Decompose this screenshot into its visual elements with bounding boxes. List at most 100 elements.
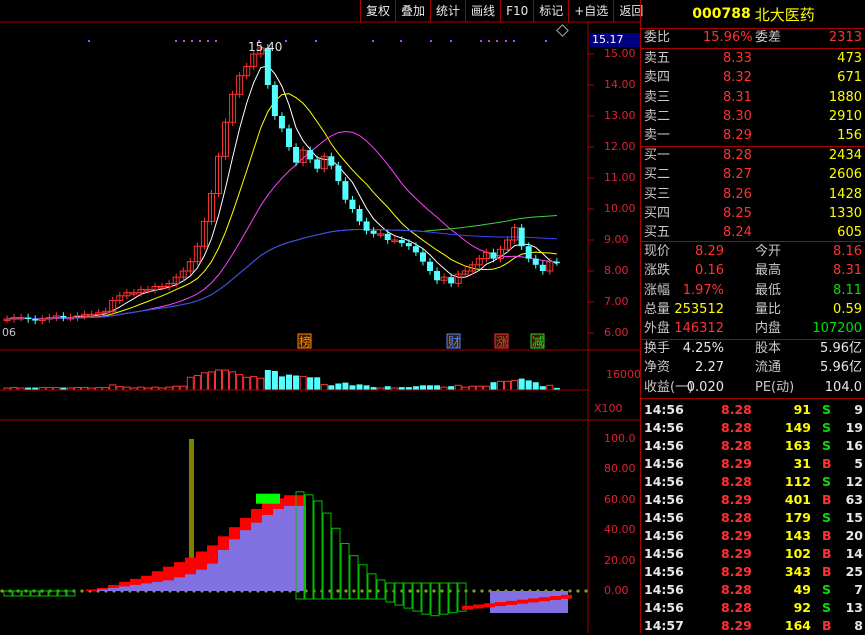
signal-dot [496, 40, 498, 42]
signal-dot [207, 40, 209, 42]
tick-volume: 102 [784, 546, 811, 561]
toolbar-draw-button[interactable]: 画线 [465, 0, 500, 22]
ask-volume: 2910 [828, 108, 862, 124]
tick-volume: 401 [784, 492, 811, 507]
stat-row: 总量 253512 量比 0.59 [641, 301, 865, 319]
stat-label: 股本 [755, 341, 782, 356]
tick-direction: B [822, 528, 832, 543]
candle [532, 258, 539, 265]
toolbar-overlay-button[interactable]: 叠加 [395, 0, 430, 22]
tick-price: 8.29 [721, 564, 752, 579]
volume-bar [193, 375, 201, 391]
tick-count: 12 [845, 474, 863, 489]
indicator-red-step [473, 604, 484, 609]
price-axis-label: 10.00 [604, 202, 636, 215]
candle [370, 230, 377, 234]
indicator-green-cap [256, 493, 280, 504]
tick-row: 14:56 8.28 49 S 7 [641, 581, 865, 599]
candle [427, 261, 433, 271]
candle [419, 252, 426, 262]
zero-dot [80, 589, 84, 593]
ask-row: 卖一 8.29 156 [641, 127, 865, 145]
indicator-red-step [484, 603, 495, 608]
tick-direction: B [822, 492, 832, 507]
candle [32, 319, 39, 321]
indicator-blue-step [119, 586, 130, 591]
stat-value: 1.97% [682, 282, 724, 298]
volume-bar [490, 382, 497, 390]
tick-row: 14:56 8.28 112 S 12 [641, 473, 865, 491]
ask-label: 卖五 [644, 51, 671, 66]
tick-count: 5 [854, 456, 863, 471]
ask-volume: 671 [837, 70, 862, 86]
zero-dot [576, 589, 580, 593]
toolbar-f10-button[interactable]: F10 [500, 0, 533, 22]
tick-count: 8 [854, 618, 863, 633]
price-axis-label: 12.00 [604, 140, 636, 153]
volume-bar [215, 369, 222, 391]
volume-bar [356, 384, 363, 390]
current-price-tag: 15.17 [590, 33, 640, 47]
stat-value: 253512 [674, 301, 724, 317]
volume-bar [475, 385, 483, 391]
chart-canvas[interactable]: 榜财涨减 [0, 0, 640, 633]
indicator-outline-step [403, 582, 413, 609]
stat-label: 换手 [644, 341, 671, 356]
stock-header: 000788 北大医药 [641, 0, 865, 29]
volume-bar [179, 385, 187, 391]
volume-bar [186, 376, 194, 391]
stat-value: 0.16 [695, 263, 724, 279]
tick-direction: B [822, 564, 832, 579]
toolbar-mark-button[interactable]: 标记 [533, 0, 568, 22]
tick-time: 14:56 [644, 546, 684, 561]
kline-chart-area[interactable]: 榜财涨减 复权 叠加 统计 画线 F10 标记 +自选 返回 15.17 15.… [0, 0, 643, 633]
candle [342, 181, 349, 200]
bid-label: 买二 [644, 167, 671, 183]
volume-bar [299, 375, 307, 391]
candle [25, 317, 32, 320]
ask-row: 卖四 8.32 671 [641, 69, 865, 87]
candle [286, 128, 292, 147]
volume-bar [200, 372, 208, 391]
tick-row: 14:57 8.29 164 B 8 [641, 617, 865, 635]
indicator-blue-step [152, 581, 163, 591]
indicator-outline-step [430, 582, 440, 617]
ma20-line [6, 130, 557, 320]
tick-volume: 112 [784, 474, 811, 489]
volume-bar [482, 385, 490, 391]
zero-dot [0, 589, 4, 593]
stat-row: 收益(一) 0.020 PE(动) 104.0 [641, 379, 865, 397]
stat-value: 8.11 [833, 282, 862, 298]
indicator-red-step [462, 605, 473, 610]
volume-bar [363, 385, 370, 390]
peak-price-label: 15.40 [248, 40, 283, 54]
indicator-outline-step [448, 582, 458, 614]
event-marker-label: 财 [448, 335, 460, 349]
bid-label: 买四 [644, 205, 671, 221]
zero-dot [480, 589, 484, 593]
toolbar-watchlist-button[interactable]: +自选 [568, 0, 613, 22]
volume-bar [342, 382, 349, 390]
indicator-blue-step [218, 549, 229, 591]
tick-price: 8.29 [721, 528, 752, 543]
bid-row: 买二 8.27 2606 [641, 166, 865, 184]
tick-direction: S [822, 438, 832, 453]
toolbar-restore-button[interactable]: 复权 [360, 0, 395, 22]
toolbar-stats-button[interactable]: 统计 [430, 0, 465, 22]
indicator-blue-step [108, 587, 119, 591]
volume-bar [264, 370, 271, 390]
tick-row: 14:56 8.29 102 B 14 [641, 545, 865, 563]
candle [307, 150, 314, 160]
tick-direction: S [822, 420, 832, 435]
tick-row: 14:56 8.29 31 B 5 [641, 455, 865, 473]
indicator-axis-label: 80.00 [604, 462, 636, 476]
zero-dot [440, 589, 444, 593]
tick-volume: 343 [784, 564, 811, 579]
indicator-blue-step [196, 569, 207, 591]
indicator-axis-label: 100.0 [604, 432, 636, 445]
bid-label: 买三 [644, 186, 671, 202]
tick-count: 16 [845, 438, 863, 453]
signal-dot [505, 40, 507, 42]
bid-volume: 605 [837, 225, 862, 241]
volume-bar [307, 377, 314, 390]
